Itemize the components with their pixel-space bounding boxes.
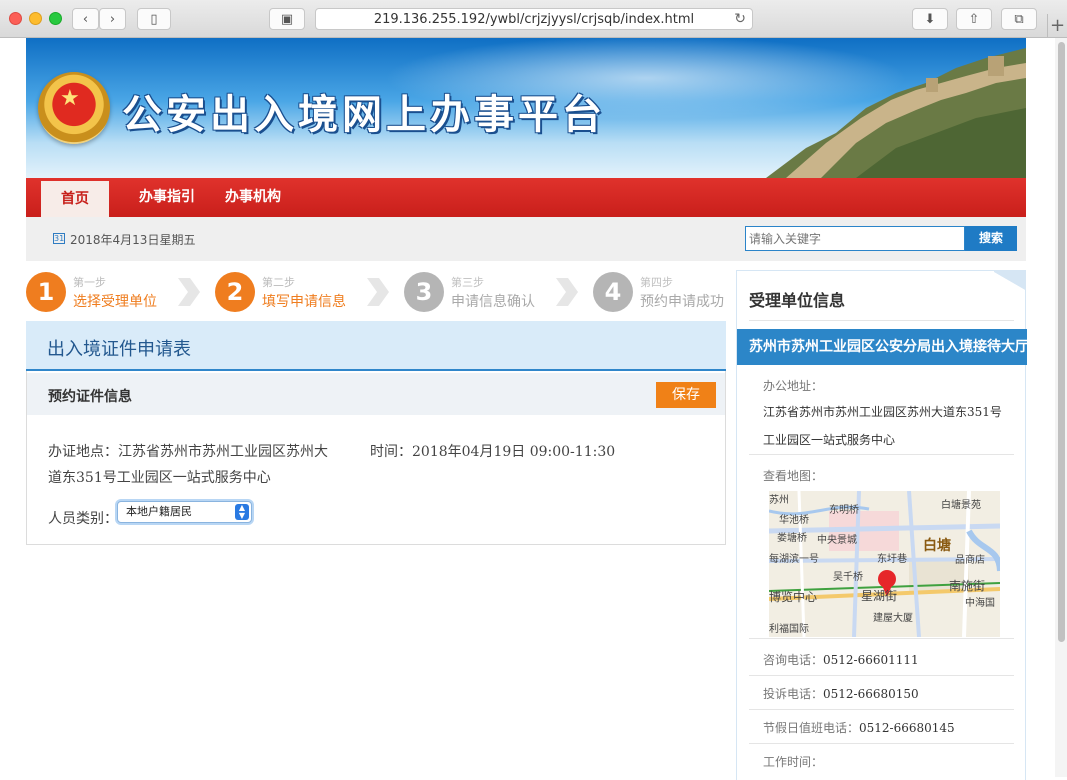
step-3: 3 第三步 申请信息确认 [404, 270, 564, 314]
chevron-right-icon [178, 278, 200, 306]
main-nav: 首页 办事指引 办事机构 [26, 178, 1026, 217]
step-number: 1 [26, 272, 66, 312]
map-label: 星湖街 [861, 589, 898, 603]
holiday-phone: 节假日值班电话：0512-66680145 [763, 721, 955, 735]
tabs-button[interactable]: ⧉ [1001, 8, 1037, 30]
scrollbar-thumb[interactable] [1058, 42, 1065, 642]
tabs-icon: ⧉ [1014, 11, 1024, 27]
browser-toolbar: ‹ › ▯ ▣ 219.136.255.192/ywbl/crjzjyysl/c… [0, 0, 1067, 38]
office-location: 办证地点：江苏省苏州市苏州工业园区苏州大道东351号工业园区一站式服务中心 [48, 444, 328, 486]
url-text: 219.136.255.192/ywbl/crjzjyysl/crjsqb/in… [373, 11, 695, 27]
reader-icon: ▣ [280, 11, 294, 27]
share-icon: ⇧ [968, 11, 980, 27]
sidebar-toggle-button[interactable]: ▯ [137, 8, 171, 30]
date-search-bar: 31 2018年4月13日星期五 搜索 [26, 217, 1026, 261]
complaint-phone: 投诉电话：0512-66680150 [763, 687, 919, 701]
step-number: 3 [404, 272, 444, 312]
step-number: 2 [215, 272, 255, 312]
map-label: 中央景城 [817, 535, 857, 546]
map-label: 博览中心 [769, 590, 818, 604]
site-title: 公安出入境网上办事平台 [122, 91, 606, 138]
chevron-right-icon [367, 278, 389, 306]
new-tab-button[interactable]: + [1047, 14, 1067, 38]
location-map[interactable]: 苏州 东明桥 白塘景苑 华池桥 娄塘桥 中央景城 白塘 每湖滨一号 东圩巷 品商… [769, 491, 1000, 637]
downloads-button[interactable]: ⬇ [912, 8, 948, 30]
reload-icon[interactable]: ↻ [734, 11, 746, 27]
office-address-label: 办公地址： [763, 379, 824, 393]
forward-button[interactable]: › [99, 8, 126, 30]
person-type-label: 人员类别： [48, 511, 118, 527]
map-label: 南施街 [949, 579, 986, 593]
step-caption: 第三步 [451, 276, 484, 289]
nav-item-home[interactable]: 首页 [41, 181, 109, 217]
share-button[interactable]: ⇧ [956, 8, 992, 30]
step-caption: 第二步 [262, 276, 295, 289]
office-address: 江苏省苏州市苏州工业园区苏州大道东351号工业园区一站式服务中心 [763, 405, 1002, 447]
work-time-label: 工作时间： [763, 755, 824, 769]
form-body: 预约证件信息 保存 办证地点：江苏省苏州市苏州工业园区苏州大道东351号工业园区… [26, 371, 726, 545]
map-label: 白塘 [923, 538, 951, 554]
step-caption: 第四步 [640, 276, 673, 289]
step-title: 选择受理单位 [73, 294, 157, 310]
map-label: 东明桥 [829, 505, 859, 516]
map-label: 品商店 [955, 555, 985, 566]
map-label: 利福国际 [769, 624, 809, 635]
map-label: 建屋大厦 [873, 613, 913, 624]
search-button[interactable]: 搜索 [965, 226, 1017, 251]
map-label: 吴千桥 [833, 572, 863, 583]
search-input[interactable] [745, 226, 965, 251]
current-date: 2018年4月13日星期五 [70, 233, 196, 247]
great-wall-image [766, 48, 1026, 178]
map-label: 华池桥 [779, 515, 809, 526]
appointment-time: 时间：2018年04月19日 09:00-11:30 [370, 444, 616, 460]
map-label: 白塘景苑 [941, 500, 981, 511]
step-number: 4 [593, 272, 633, 312]
person-type-select[interactable]: 本地户籍居民 ▲ ▼ [117, 501, 252, 523]
map-label: 娄塘桥 [777, 533, 807, 544]
person-type-value: 本地户籍居民 [126, 505, 192, 518]
minimize-window-button[interactable] [29, 12, 42, 25]
close-window-button[interactable] [9, 12, 22, 25]
download-icon: ⬇ [924, 11, 936, 27]
sidebar-icon: ▯ [150, 11, 158, 27]
step-4: 4 第四步 预约申请成功 [593, 270, 728, 314]
panel-title: 受理单位信息 [749, 291, 846, 310]
form-header: 出入境证件申请表 [26, 321, 726, 371]
chevron-left-icon: ‹ [82, 11, 89, 27]
step-title: 填写申请信息 [262, 294, 346, 310]
chevron-right-icon: › [109, 11, 116, 27]
consult-phone: 咨询电话：0512-66601111 [763, 653, 919, 667]
section-title: 预约证件信息 [48, 389, 132, 405]
form-title: 出入境证件申请表 [47, 339, 191, 360]
map-label: 苏州 [769, 495, 789, 506]
chevron-right-icon [556, 278, 578, 306]
nav-item-offices[interactable]: 办事机构 [225, 178, 281, 217]
nav-item-guide[interactable]: 办事指引 [139, 178, 195, 217]
police-emblem-logo: ★ [38, 72, 110, 144]
header-banner: ★ 公安出入境网上办事平台 [26, 38, 1026, 178]
step-caption: 第一步 [73, 276, 106, 289]
step-title: 预约申请成功 [640, 294, 724, 310]
map-label: 查看地图： [763, 469, 824, 483]
office-name: 苏州市苏州工业园区公安分局出入境接待大厅 [737, 329, 1027, 365]
select-arrows-icon: ▲ ▼ [235, 504, 249, 520]
back-button[interactable]: ‹ [72, 8, 99, 30]
reader-button[interactable]: ▣ [269, 8, 305, 30]
section-header: 预约证件信息 保存 [27, 373, 725, 415]
map-label: 东圩巷 [877, 554, 907, 565]
map-label: 中海国 [965, 598, 995, 609]
map-label: 每湖滨一号 [769, 554, 819, 565]
step-1: 1 第一步 选择受理单位 [26, 270, 186, 314]
zoom-window-button[interactable] [49, 12, 62, 25]
step-2: 2 第二步 填写申请信息 [215, 270, 375, 314]
save-button[interactable]: 保存 [656, 382, 716, 408]
calendar-icon: 31 [53, 233, 65, 244]
address-bar[interactable]: 219.136.255.192/ywbl/crjzjyysl/crjsqb/in… [315, 8, 753, 30]
step-title: 申请信息确认 [451, 294, 535, 310]
